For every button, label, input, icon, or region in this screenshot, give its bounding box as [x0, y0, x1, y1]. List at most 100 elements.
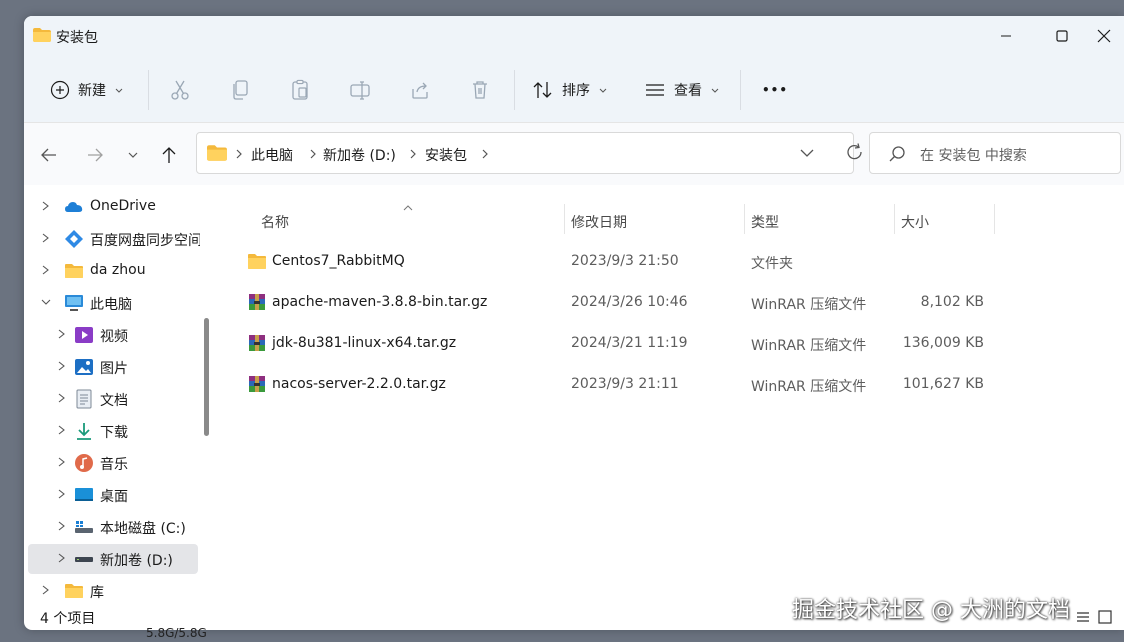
share-button[interactable] [408, 78, 432, 102]
address-history-button[interactable] [795, 143, 821, 163]
minimize-button[interactable] [976, 16, 1036, 56]
navigation-pane-scrollbar[interactable] [204, 318, 209, 436]
new-button[interactable]: 新建 [50, 72, 124, 108]
onedrive-icon [65, 202, 83, 212]
details-view-icon [1077, 612, 1089, 622]
details-view-button[interactable] [1076, 610, 1092, 626]
sidebar-item-label: 图片 [100, 361, 128, 377]
sidebar-item-drive-c[interactable]: 本地磁盘 (C:) [28, 512, 198, 542]
breadcrumb-current-folder[interactable]: 安装包 [425, 145, 467, 165]
file-type: 文件夹 [751, 256, 793, 272]
file-list: 名称 修改日期 类型 大小 Centos7_RabbitMQ 2023/9/3 … [224, 188, 1124, 600]
sidebar-item-documents[interactable]: 文档 [28, 384, 198, 414]
rename-icon [350, 81, 370, 100]
sidebar-item-desktop[interactable]: 桌面 [28, 480, 198, 510]
column-header-name[interactable]: 名称 [261, 212, 289, 232]
table-row[interactable]: apache-maven-3.8.8-bin.tar.gz 2024/3/26 … [244, 284, 1004, 322]
column-header-type[interactable]: 类型 [751, 212, 779, 232]
toolbar-divider [740, 70, 741, 110]
chevron-right-icon [236, 149, 242, 159]
cut-button[interactable] [168, 78, 192, 102]
rename-button[interactable] [348, 78, 372, 102]
item-count: 4 个项目 [40, 611, 96, 627]
navigation-pane: OneDrive 百度网盘同步空间 da zhou 此电脑 视频 图片 文档 下… [24, 188, 220, 601]
search-icon [889, 146, 905, 162]
sidebar-item-user-folder[interactable]: da zhou [28, 256, 198, 286]
column-header-size[interactable]: 大小 [901, 212, 929, 232]
sidebar-item-videos[interactable]: 视频 [28, 320, 198, 350]
tiles-view-button[interactable] [1098, 610, 1114, 626]
close-button[interactable] [1074, 16, 1124, 56]
sidebar-item-libraries[interactable]: 库 [28, 576, 198, 606]
view-button[interactable]: 查看 [644, 72, 720, 108]
chevron-right-icon [58, 329, 65, 339]
sort-label: 排序 [562, 83, 590, 99]
sidebar-item-label: 桌面 [100, 489, 128, 505]
delete-button[interactable] [468, 78, 492, 102]
sidebar-item-label: 新加卷 (D:) [100, 553, 173, 569]
chevron-right-icon [42, 265, 49, 275]
sidebar-item-label: 百度网盘同步空间 [90, 233, 200, 249]
sidebar-item-label: da zhou [90, 262, 146, 278]
toolbar-divider [148, 70, 149, 110]
downloads-icon [77, 423, 91, 440]
documents-icon [76, 389, 92, 409]
arrow-left-icon [41, 148, 56, 162]
file-date: 2023/9/3 21:50 [571, 253, 679, 269]
column-header-date[interactable]: 修改日期 [571, 212, 627, 232]
view-label: 查看 [674, 83, 702, 99]
sidebar-item-label: 下载 [100, 425, 128, 441]
up-button[interactable] [156, 143, 182, 167]
sort-icon [533, 82, 552, 98]
share-icon [412, 82, 428, 99]
winrar-icon [249, 335, 265, 351]
table-row[interactable]: jdk-8u381-linux-x64.tar.gz 2024/3/21 11:… [244, 325, 1004, 363]
minimize-icon [1001, 35, 1011, 37]
file-type: WinRAR 压缩文件 [751, 379, 867, 395]
file-size: 101,627 KB [902, 376, 984, 392]
sort-ascending-icon [403, 205, 413, 211]
recent-locations-button[interactable] [120, 143, 146, 167]
sidebar-item-label: 本地磁盘 (C:) [100, 521, 186, 537]
sidebar-item-onedrive[interactable]: OneDrive [28, 192, 198, 222]
chevron-right-icon [58, 425, 65, 435]
copy-button[interactable] [228, 78, 252, 102]
file-size: 8,102 KB [920, 294, 984, 310]
column-divider [994, 204, 995, 234]
sidebar-item-downloads[interactable]: 下载 [28, 416, 198, 446]
file-type: WinRAR 压缩文件 [751, 297, 867, 313]
plus-circle-icon [50, 80, 70, 100]
copy-icon [233, 80, 248, 100]
winrar-icon [249, 294, 265, 310]
breadcrumb-this-pc[interactable]: 此电脑 [251, 145, 293, 165]
address-bar[interactable]: 此电脑 新加卷 (D:) 安装包 [196, 132, 862, 174]
file-size: 136,009 KB [902, 335, 984, 351]
sidebar-item-this-pc[interactable]: 此电脑 [28, 288, 198, 318]
sidebar-item-label: 音乐 [100, 457, 128, 473]
refresh-icon [847, 143, 862, 160]
music-icon [75, 454, 93, 472]
sort-button[interactable]: 排序 [532, 72, 608, 108]
more-options-button[interactable]: ••• [762, 72, 788, 108]
watermark: 掘金技术社区 @ 大洲的文档 [792, 598, 1070, 623]
table-row[interactable]: nacos-server-2.2.0.tar.gz 2023/9/3 21:11… [244, 366, 1004, 404]
sidebar-item-drive-d[interactable]: 新加卷 (D:) [28, 544, 198, 574]
file-explorer-window: 安装包 新建 排序 查看 ••• 此电脑 新加卷 (D:) 安装包 在 安装包 … [24, 16, 1124, 630]
sidebar-item-pictures[interactable]: 图片 [28, 352, 198, 382]
back-button[interactable] [36, 143, 62, 167]
file-date: 2023/9/3 21:11 [571, 376, 679, 392]
sidebar-item-label: 视频 [100, 329, 128, 345]
table-row[interactable]: Centos7_RabbitMQ 2023/9/3 21:50 文件夹 [244, 243, 1004, 281]
forward-button[interactable] [82, 143, 108, 167]
search-box[interactable]: 在 安装包 中搜索 [869, 132, 1121, 174]
paste-button[interactable] [288, 78, 312, 102]
sidebar-item-label: OneDrive [90, 198, 156, 214]
refresh-button[interactable] [845, 142, 869, 166]
sidebar-item-music[interactable]: 音乐 [28, 448, 198, 478]
breadcrumb-drive-d[interactable]: 新加卷 (D:) [323, 145, 396, 165]
file-name: Centos7_RabbitMQ [272, 253, 405, 269]
chevron-right-icon [58, 361, 65, 371]
chevron-right-icon [482, 149, 488, 159]
sidebar-item-baidu-netdisk[interactable]: 百度网盘同步空间 [28, 224, 200, 254]
command-bar: 新建 排序 查看 ••• [24, 58, 1124, 123]
